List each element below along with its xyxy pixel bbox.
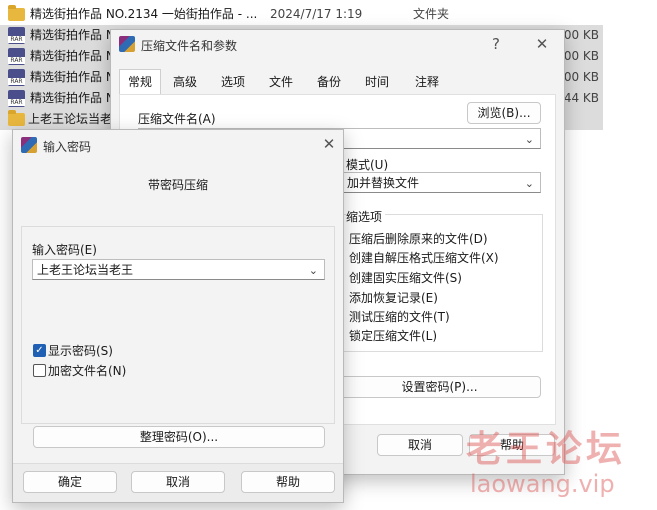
tab-advanced[interactable]: 高级: [165, 70, 205, 94]
options-group-label: 缩选项: [346, 208, 386, 225]
tab-comment[interactable]: 注释: [407, 70, 447, 94]
option-test-files[interactable]: 测试压缩的文件(T): [349, 308, 450, 325]
file-name: 精选街拍作品 N: [30, 49, 115, 63]
help-icon[interactable]: ?: [484, 34, 508, 54]
tab-time[interactable]: 时间: [357, 70, 397, 94]
file-size: 00 KB: [563, 28, 599, 42]
file-name: 精选街拍作品 NO.2134 一始街拍作品 - ...: [30, 7, 258, 21]
file-size: 00 KB: [563, 49, 599, 63]
rar-file-icon: RAR: [8, 27, 25, 44]
file-date: 2024/7/17 1:19: [270, 7, 363, 21]
password-input[interactable]: 上老王论坛当老王 ⌄: [32, 259, 325, 280]
file-size: 44 KB: [563, 91, 599, 105]
tab-files[interactable]: 文件: [261, 70, 301, 94]
option-create-sfx[interactable]: 创建自解压格式压缩文件(X): [349, 249, 499, 266]
winrar-app-icon: [119, 36, 135, 52]
show-password-checkbox[interactable]: ✓: [33, 344, 46, 357]
browse-button[interactable]: 浏览(B)...: [467, 102, 541, 124]
close-icon[interactable]: ✕: [317, 134, 341, 154]
password-dialog-titlebar[interactable]: 输入密码 ✕: [13, 130, 343, 158]
watermark-title: 老王论坛: [466, 429, 627, 470]
option-recovery-record[interactable]: 添加恢复记录(E): [349, 289, 438, 306]
rar-file-icon: RAR: [8, 90, 25, 107]
folder-icon: [8, 5, 25, 21]
organize-passwords-button[interactable]: 整理密码(O)...: [33, 426, 325, 448]
file-name: 上老王论坛当老: [28, 112, 113, 126]
close-icon[interactable]: ✕: [530, 34, 554, 54]
folder-icon: [8, 110, 25, 126]
rar-file-icon: RAR: [8, 48, 25, 65]
chevron-down-icon: ⌄: [524, 177, 534, 190]
chevron-down-icon: ⌄: [308, 264, 318, 277]
file-name: 精选街拍作品 N: [30, 70, 115, 84]
archive-dialog-titlebar[interactable]: 压缩文件名和参数 ? ✕: [111, 30, 564, 58]
file-type: 文件夹: [413, 7, 450, 21]
password-help-button[interactable]: 帮助: [241, 471, 335, 493]
ok-button[interactable]: 确定: [23, 471, 117, 493]
tab-backup[interactable]: 备份: [309, 70, 349, 94]
update-mode-label: 模式(U): [346, 158, 389, 172]
option-create-solid[interactable]: 创建固实压缩文件(S): [349, 269, 462, 286]
encrypt-filenames-label[interactable]: 加密文件名(N): [48, 362, 126, 379]
password-heading: 带密码压缩: [147, 178, 208, 192]
set-password-button[interactable]: 设置密码(P)...: [338, 376, 541, 398]
archive-name-label: 压缩文件名(A): [138, 112, 216, 126]
tab-general[interactable]: 常规: [119, 69, 161, 96]
file-name: 精选街拍作品 N: [30, 28, 115, 42]
option-lock-archive[interactable]: 锁定压缩文件(L): [349, 327, 437, 344]
file-size: 00 KB: [563, 70, 599, 84]
rar-file-icon: RAR: [8, 69, 25, 86]
option-delete-after[interactable]: 压缩后删除原来的文件(D): [349, 230, 488, 247]
tab-options[interactable]: 选项: [213, 70, 253, 94]
encrypt-filenames-checkbox[interactable]: [33, 364, 46, 377]
file-name: 精选街拍作品 N: [30, 91, 115, 105]
winrar-app-icon: [21, 137, 37, 153]
file-row-0[interactable]: 精选街拍作品 NO.2134 一始街拍作品 - ... 2024/7/17 1:…: [0, 4, 603, 25]
archive-dialog-title: 压缩文件名和参数: [141, 39, 238, 53]
password-dialog-title: 输入密码: [43, 140, 92, 154]
update-mode-select[interactable]: 加并替换文件 ⌄: [342, 172, 541, 193]
password-dialog-footer: 确定 取消 帮助: [13, 463, 343, 502]
password-label: 输入密码(E): [32, 243, 97, 257]
chevron-down-icon: ⌄: [524, 133, 534, 146]
password-dialog: 输入密码 ✕ 带密码压缩 输入密码(E) 上老王论坛当老王 ⌄ ✓ 显示密码(S…: [12, 129, 344, 503]
password-cancel-button[interactable]: 取消: [131, 471, 225, 493]
archive-cancel-button[interactable]: 取消: [377, 434, 463, 456]
show-password-label[interactable]: 显示密码(S): [48, 342, 113, 359]
watermark-url: laowang.vip: [470, 470, 615, 498]
